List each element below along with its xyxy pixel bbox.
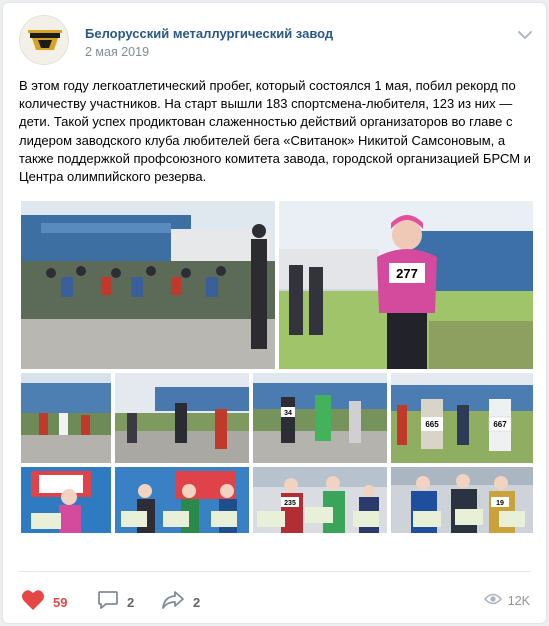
share-button[interactable]: 2 (161, 589, 200, 615)
photo-runner-finish[interactable] (115, 373, 249, 463)
photo-award-boys[interactable]: 235 (253, 467, 387, 533)
post-footer: 59 2 2 12K (19, 589, 534, 615)
share-count: 2 (193, 594, 201, 610)
share-icon (161, 589, 185, 616)
like-button[interactable]: 59 (21, 589, 67, 615)
bmz-logo-icon (28, 30, 62, 50)
photo-runners-bibs[interactable]: 665 667 (391, 373, 533, 463)
comment-button[interactable]: 2 (97, 589, 134, 615)
bib-runner-far: 667 (493, 420, 507, 429)
menu-chevron-icon[interactable] (516, 28, 534, 42)
footer-divider (19, 571, 530, 572)
photo-award-kids[interactable] (115, 467, 249, 533)
view-count: 12K (507, 594, 530, 608)
eye-icon (483, 592, 502, 610)
bib-kid-award: 235 (284, 500, 296, 507)
photo-runners-numbers[interactable]: 34 (253, 373, 387, 463)
comment-count: 2 (127, 594, 135, 610)
community-avatar[interactable] (19, 15, 69, 65)
post-header: Белорусский металлургический завод 2 мая… (19, 15, 534, 65)
post-text: В этом году легкоатлетический пробег, ко… (19, 78, 531, 185)
photo-gallery: 277 34 665 667 235 19 (21, 201, 533, 533)
heart-icon (21, 589, 45, 616)
bib-runner-center: 34 (284, 410, 292, 417)
post-card: Белорусский металлургический завод 2 мая… (2, 2, 547, 624)
views-counter: 12K (483, 592, 530, 610)
like-count: 59 (53, 594, 68, 610)
photo-start-crowd[interactable] (21, 201, 275, 369)
photo-girl-running[interactable]: 277 (279, 201, 533, 369)
photo-award-girl[interactable] (21, 467, 111, 533)
author-name[interactable]: Белорусский металлургический завод (85, 26, 333, 41)
photo-award-adults[interactable]: 19 (391, 467, 533, 533)
bib-boy-award: 19 (496, 500, 504, 507)
photo-runners-group[interactable] (21, 373, 111, 463)
comment-icon (97, 589, 119, 616)
post-date[interactable]: 2 мая 2019 (85, 45, 149, 59)
bib-runner-right: 665 (425, 420, 439, 429)
bib-girl-large: 277 (396, 266, 418, 281)
